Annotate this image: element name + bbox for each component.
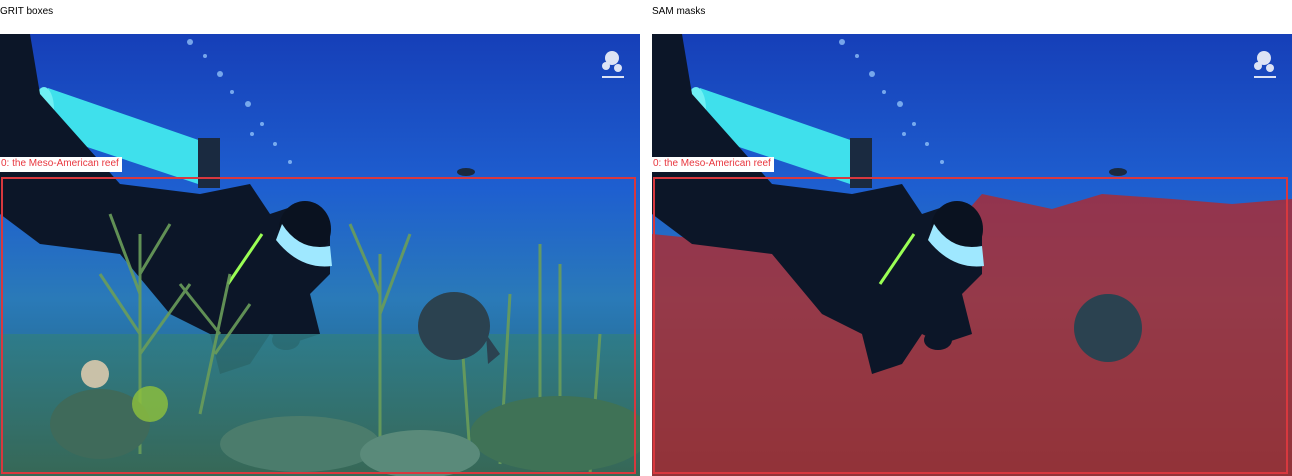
panel-title-grit: GRIT boxes — [0, 6, 54, 17]
small-fish-icon — [1109, 168, 1127, 176]
sam-panel: 0: the Meso-American reef — [652, 34, 1292, 476]
grit-panel: 0: the Meso-American reef — [0, 34, 640, 476]
sam-box-label: 0: the Meso-American reef — [652, 157, 774, 172]
small-fish-icon — [457, 168, 475, 176]
grit-bounding-box — [1, 177, 636, 474]
panel-title-sam: SAM masks — [652, 6, 706, 17]
sam-bounding-box — [653, 177, 1288, 474]
grit-box-label: 0: the Meso-American reef — [0, 157, 122, 172]
